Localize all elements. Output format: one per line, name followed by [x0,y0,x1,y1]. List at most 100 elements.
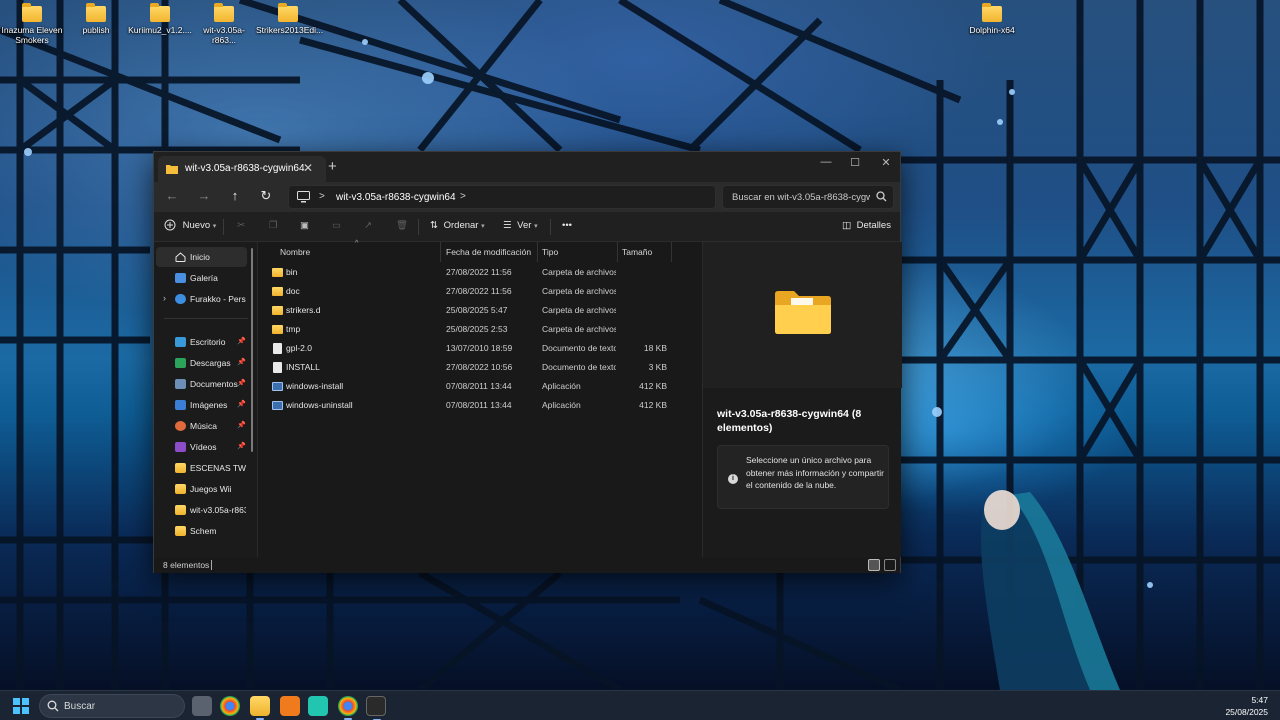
pin-icon[interactable]: 📌 [237,442,246,450]
file-row-windows-install[interactable]: windows-install 07/08/2011 13:44 Aplicac… [259,377,701,396]
sidebar-item-schem[interactable]: Schem [156,521,247,541]
start-button[interactable] [13,698,29,714]
chevron-down-icon: ▾ [212,223,217,230]
sidebar-item-inicio[interactable]: Inicio [156,247,247,267]
sidebar-item-label: Schem [190,526,217,536]
sidebar-item-galeria[interactable]: Galería [156,268,247,288]
column-divider[interactable] [537,242,538,262]
file-row-strikers-d[interactable]: strikers.d 25/08/2025 5:47 Carpeta de ar… [259,301,701,320]
desktop-icon-publish[interactable]: publish [64,0,128,35]
column-divider[interactable] [617,242,618,262]
sidebar-item-escritorio[interactable]: Escritorio 📌 [156,332,247,352]
downloads-icon [175,358,186,368]
chevron-down-icon: ▾ [481,223,485,230]
task-view-icon[interactable] [192,696,212,716]
pin-icon[interactable]: 📌 [237,421,246,429]
sidebar-item-label: Inicio [190,252,210,262]
sidebar-item-escenas-twitch[interactable]: ESCENAS TWITCH [156,458,247,478]
info-card: i Seleccione un único archivo para obten… [717,445,889,509]
delete-icon[interactable]: 🗑 [396,220,408,231]
address-bar[interactable]: > wit-v3.05a-r8638-cygwin64 > [288,185,716,209]
details-view-button[interactable] [868,559,880,571]
sidebar-item-label: Juegos Wii [190,484,232,494]
file-row-tmp[interactable]: tmp 25/08/2025 2:53 Carpeta de archivos [259,320,701,339]
sidebar-scrollbar[interactable] [251,248,253,452]
file-row-gpl[interactable]: gpl-2.0 13/07/2010 18:59 Documento de te… [259,339,701,358]
sidebar-item-musica[interactable]: Música 📌 [156,416,247,436]
column-header-name[interactable]: Nombre [280,247,310,257]
file-explorer-icon[interactable] [250,696,270,720]
home-icon [175,252,186,262]
maximize-button[interactable]: ☐ [843,156,867,169]
pin-icon[interactable]: 📌 [237,337,246,345]
minimize-button[interactable]: — [814,156,838,168]
paste-icon[interactable]: ▣ [300,220,309,231]
desktop-icon-wit[interactable]: wit-v3.05a-r863... [192,0,256,45]
details-button[interactable]: ◫ Detalles [842,220,891,231]
breadcrumb-separator[interactable]: > [460,191,466,202]
up-button[interactable]: ↑ [225,188,245,206]
chrome-icon[interactable] [338,696,358,720]
folder-icon [272,325,283,334]
app-icon-orange[interactable] [280,696,300,716]
copy-icon[interactable]: ❐ [269,220,278,231]
preview-area [703,242,902,388]
file-row-windows-uninstall[interactable]: windows-uninstall 07/08/2011 13:44 Aplic… [259,396,701,415]
file-size: 412 KB [639,400,667,410]
sidebar-item-descargas[interactable]: Descargas 📌 [156,353,247,373]
terminal-icon[interactable] [366,696,386,720]
sidebar-item-videos[interactable]: Vídeos 📌 [156,437,247,457]
pin-icon[interactable]: 📌 [237,400,246,408]
column-header-size[interactable]: Tamaño [622,247,652,257]
app-icon-teal[interactable] [308,696,328,716]
sidebar-item-onedrive[interactable]: › Furakko - Personal [156,289,247,309]
sort-icon: ⇅ [430,220,438,231]
desktop-icon-dolphin[interactable]: Dolphin-x64 [960,0,1024,35]
tab-wit-folder[interactable]: wit-v3.05a-r8638-cygwin64 ✕ [158,156,326,182]
back-button[interactable]: ← [162,188,182,206]
tab-close-button[interactable]: ✕ [303,161,313,175]
file-row-bin[interactable]: bin 27/08/2022 11:56 Carpeta de archivos [259,263,701,282]
system-clock[interactable]: 5:47 25/08/2025 [1208,694,1268,718]
column-header-date[interactable]: Fecha de modificación [446,247,531,257]
taskbar-search[interactable]: Buscar [39,694,185,718]
rename-icon[interactable]: ▭ [332,220,341,231]
more-options-button[interactable]: ••• [562,220,572,231]
sidebar-item-documentos[interactable]: Documentos 📌 [156,374,247,394]
file-size: 412 KB [639,381,667,391]
chevron-right-icon[interactable]: › [163,293,166,303]
column-divider[interactable] [440,242,441,262]
desktop-icon-kuriimu[interactable]: Kuriimu2_v1.2.... [128,0,192,35]
desktop-icon [175,337,186,347]
breadcrumb-separator[interactable]: > [319,191,325,202]
file-row-doc[interactable]: doc 27/08/2022 11:56 Carpeta de archivos [259,282,701,301]
cut-icon[interactable]: ✂ [237,220,245,231]
view-button[interactable]: ☰ Ver ▾ [503,220,538,231]
file-row-install[interactable]: INSTALL 27/08/2022 10:56 Documento de te… [259,358,701,377]
new-tab-button[interactable]: + [328,158,337,175]
share-icon[interactable]: ↗ [364,220,372,231]
sidebar-item-wit[interactable]: wit-v3.05a-r8638-cygwin64 [156,500,247,520]
chrome-icon[interactable] [220,696,240,716]
folder-icon [775,291,831,334]
desktop-icon-inazuma[interactable]: Inazuma Eleven Smokers [0,0,64,45]
close-button[interactable]: ✕ [874,156,898,169]
column-header-row: ^ Nombre Fecha de modificación Tipo Tama… [259,240,701,262]
column-divider[interactable] [671,242,672,262]
sort-button[interactable]: ⇅ Ordenar ▾ [430,220,485,231]
taskbar-search-placeholder: Buscar [64,701,96,712]
folder-icon [272,287,283,296]
forward-button[interactable]: → [194,188,214,206]
pin-icon[interactable]: 📌 [237,358,246,366]
large-icons-view-button[interactable] [884,559,896,571]
search-input[interactable]: Buscar en wit-v3.05a-r8638-cygwin64 [722,185,894,209]
desktop-icon-strikers[interactable]: Strikers2013Edi... [256,0,323,35]
file-date: 13/07/2010 18:59 [446,343,513,353]
breadcrumb-current[interactable]: wit-v3.05a-r8638-cygwin64 [336,192,456,203]
column-header-type[interactable]: Tipo [542,247,558,257]
pin-icon[interactable]: 📌 [237,379,246,387]
new-button[interactable]: Nuevo ▾ [164,219,216,231]
refresh-button[interactable]: ↻ [256,188,276,206]
sidebar-item-imagenes[interactable]: Imágenes 📌 [156,395,247,415]
sidebar-item-juegos-wii[interactable]: Juegos Wii [156,479,247,499]
